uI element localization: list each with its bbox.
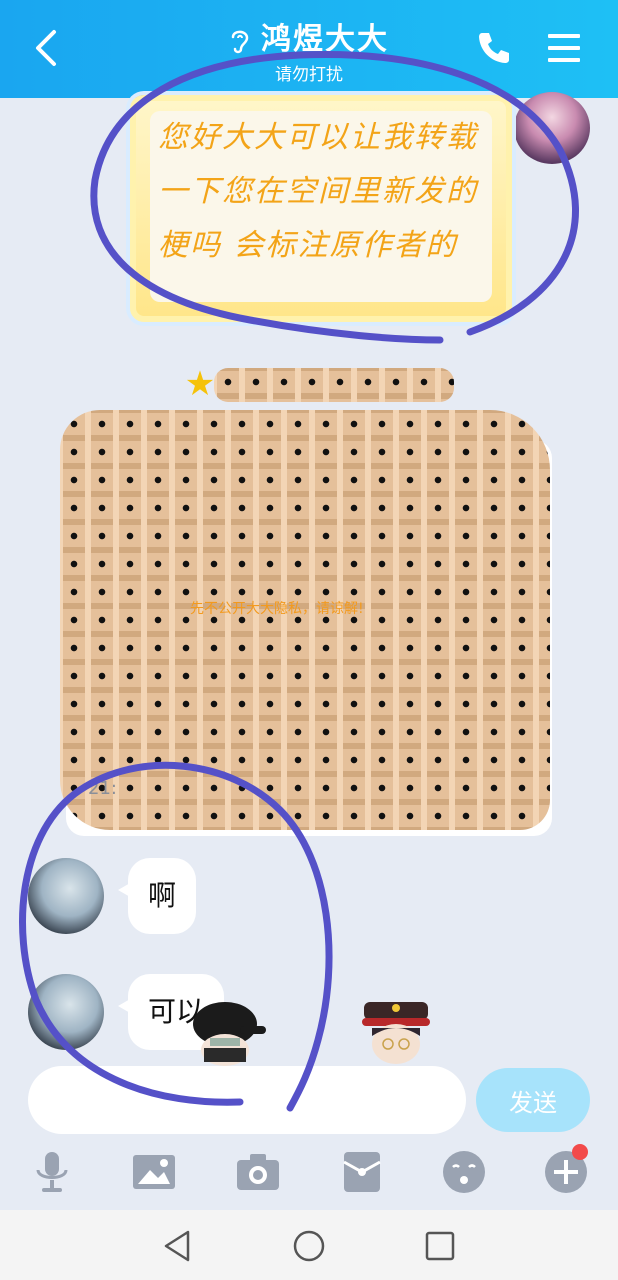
censored-name [214, 368, 454, 402]
contact-name-text: 鸿煜大大 [261, 22, 389, 57]
sticker-text: 您好大大可以让我转载一下您在空间里新发的梗吗 会标注原作者的 [150, 111, 492, 302]
card-caption: 先不公开大大隐私，请谅解! [190, 601, 364, 617]
microphone-icon[interactable] [28, 1148, 76, 1196]
notification-dot [572, 1144, 588, 1160]
sticker-message[interactable]: 您好大大可以让我转载一下您在空间里新发的梗吗 会标注原作者的 [130, 95, 512, 322]
home-circle-icon[interactable] [291, 1228, 327, 1264]
message-input[interactable] [28, 1066, 466, 1134]
recents-square-icon[interactable] [422, 1228, 458, 1264]
card-timestamp: 21: [88, 778, 117, 799]
image-icon[interactable] [130, 1148, 178, 1196]
system-nav-bar [0, 1210, 618, 1280]
contact-avatar[interactable] [28, 858, 104, 934]
contact-name: 鸿煜大大 [150, 14, 468, 58]
message-bubble[interactable]: 啊 [117, 858, 197, 934]
emoji-icon[interactable] [440, 1148, 488, 1196]
back-arrow-icon[interactable] [28, 26, 68, 70]
back-triangle-icon[interactable] [160, 1228, 196, 1264]
contact-avatar[interactable] [28, 974, 104, 1050]
status-subtitle: 请勿打扰 [275, 65, 343, 85]
red-packet-icon[interactable] [338, 1148, 386, 1196]
input-toolbar [0, 1140, 618, 1210]
send-button[interactable]: 发送 [476, 1068, 590, 1132]
ear-icon [231, 30, 249, 53]
star-badge-icon: ★ [184, 364, 216, 404]
peeking-character-cap [193, 1002, 266, 1066]
camera-icon[interactable] [234, 1148, 282, 1196]
peeking-character-officer [362, 1002, 430, 1064]
phone-icon[interactable] [474, 28, 514, 68]
chat-header: 鸿煜大大 请勿打扰 [0, 0, 618, 98]
menu-icon[interactable] [546, 30, 582, 66]
my-avatar[interactable] [514, 92, 590, 164]
title-block[interactable]: 鸿煜大大 请勿打扰 [150, 14, 468, 85]
censored-image [60, 410, 550, 830]
